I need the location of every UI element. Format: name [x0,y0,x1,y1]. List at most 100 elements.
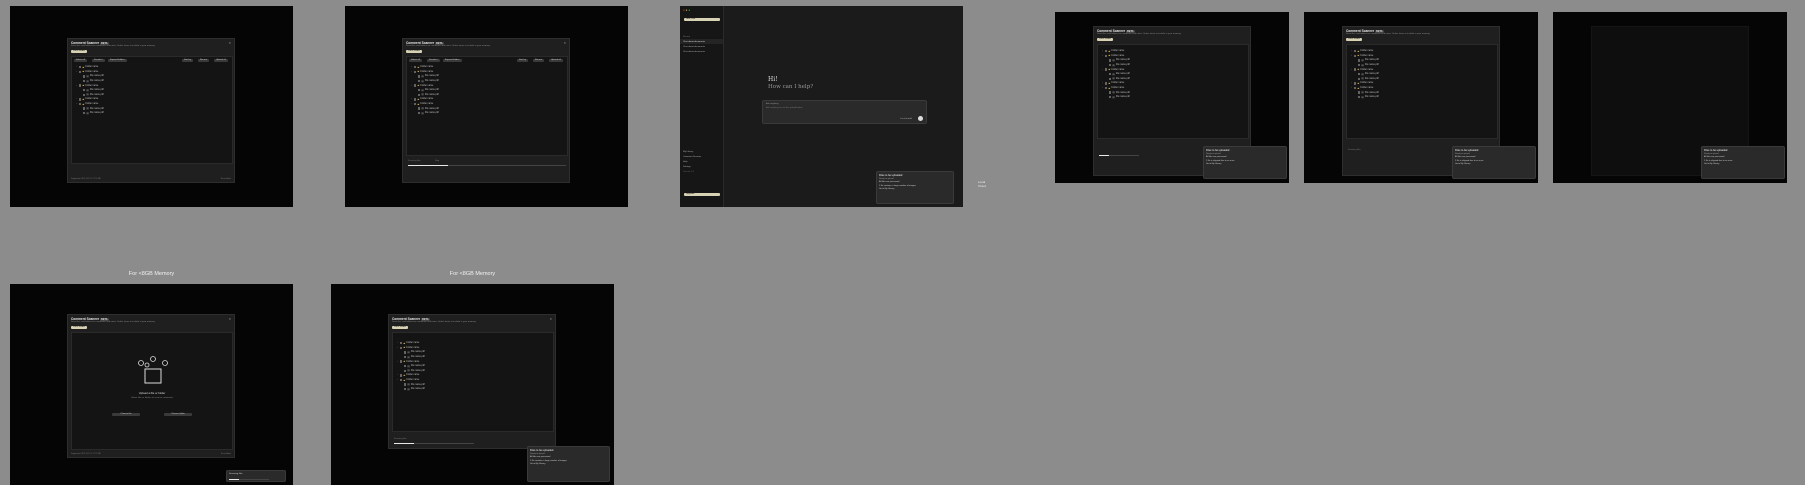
checkbox[interactable] [400,342,403,345]
chevron-right-icon[interactable]: › [76,98,78,100]
chevron-right-icon[interactable]: › [1351,87,1353,89]
checkbox[interactable] [1105,50,1108,53]
checkbox[interactable] [1358,77,1361,81]
checkbox[interactable] [418,93,421,97]
checkbox[interactable] [83,75,86,78]
checkbox[interactable] [414,66,417,69]
tree-row[interactable]: ▤ File name.pdf [397,387,425,392]
checkbox[interactable] [404,351,407,354]
checkbox[interactable] [1109,77,1112,81]
checkbox[interactable] [1109,59,1112,62]
chevron-right-icon[interactable]: › [411,66,413,68]
deselect-button[interactable]: Deselect [427,59,440,63]
checkbox[interactable] [1105,68,1108,71]
checkbox[interactable] [1109,73,1112,76]
checkbox[interactable] [418,79,421,83]
local-folder-button[interactable]: Local Folder [406,50,423,54]
chevron-right-icon[interactable]: › [1351,69,1353,71]
chevron-right-icon[interactable]: › [1351,50,1353,52]
upgrade-button[interactable]: Upgrade [684,193,720,197]
checkbox[interactable] [1105,86,1108,90]
checkbox[interactable] [79,84,82,87]
chevron-right-icon[interactable]: › [76,85,78,87]
recent-chat-item[interactable]: Chat about documents [680,49,723,54]
checkbox[interactable] [1358,91,1361,94]
checkbox[interactable] [1354,50,1357,53]
new-chat-button[interactable]: New chat [684,18,720,22]
chevron-right-icon[interactable]: › [411,103,413,105]
expand-button[interactable]: Expand folders [443,59,462,63]
local-folder-button[interactable]: Local Folder [392,326,409,330]
checkbox[interactable] [79,66,82,69]
expand-button[interactable]: Expand folders [108,59,127,63]
tree-row[interactable]: ▤ File name.pdf [411,111,439,116]
checkbox[interactable] [418,112,421,115]
select-all-button[interactable]: Select all [409,59,422,63]
chat-input[interactable]: Ask anything Ask anything or use the upl… [762,100,927,124]
checkbox[interactable] [418,107,421,110]
chevron-right-icon[interactable]: › [397,374,399,376]
checkbox[interactable] [404,383,407,386]
checkbox[interactable] [1358,59,1361,62]
send-icon[interactable] [918,116,923,121]
chevron-right-icon[interactable]: › [76,66,78,68]
chevron-right-icon[interactable]: › [76,71,78,73]
chevron-right-icon[interactable]: › [1102,82,1104,84]
sort-button[interactable]: Sort by [517,59,528,63]
local-folder-button[interactable]: Local Folder [71,326,88,330]
footer-scan-link[interactable]: Scan folder [221,453,231,455]
checkbox[interactable] [400,374,403,377]
checkbox[interactable] [83,89,86,92]
close-icon[interactable]: ✕ [549,317,552,321]
chevron-right-icon[interactable]: › [397,361,399,363]
checkbox[interactable] [400,346,403,350]
chevron-right-icon[interactable]: › [1351,82,1353,84]
local-folder-button[interactable]: Local Folder [1346,38,1363,42]
checkbox[interactable] [418,89,421,92]
recent-button[interactable]: Recent [533,59,544,63]
model-selector[interactable]: Local model [900,118,912,120]
select-all-button[interactable]: Select all [74,59,87,63]
checkbox[interactable] [400,360,403,363]
checkbox[interactable] [1109,91,1112,94]
toast-link[interactable]: Go to My Library [1455,163,1533,165]
choose-folder-button[interactable]: Choose folder [164,413,192,417]
close-icon[interactable]: ✕ [228,317,231,321]
chevron-right-icon[interactable]: › [411,71,413,73]
chevron-right-icon[interactable]: › [411,98,413,100]
checkbox[interactable] [1358,73,1361,76]
tree-row[interactable]: ▤ File name.pdf [76,111,104,116]
toast-link[interactable]: Go to My Library [1704,163,1782,165]
checkbox[interactable] [83,112,86,115]
chevron-right-icon[interactable]: › [1351,55,1353,57]
chevron-right-icon[interactable]: › [397,342,399,344]
checkbox[interactable] [1109,96,1112,99]
checkbox[interactable] [404,365,407,368]
checkbox[interactable] [414,70,417,74]
checkbox[interactable] [79,98,82,101]
local-folder-button[interactable]: Local Folder [71,50,88,54]
chevron-right-icon[interactable]: › [76,103,78,105]
recent-button[interactable]: Recent [198,59,209,63]
tree-row[interactable]: ▤ File name.pdf [1351,95,1379,100]
toast-link[interactable]: Go to My Library [530,463,607,465]
checkbox[interactable] [404,388,407,391]
checkbox[interactable] [414,84,417,87]
checkbox[interactable] [404,355,407,359]
checkbox[interactable] [79,70,82,74]
checkbox[interactable] [1358,63,1361,67]
checkbox[interactable] [404,369,407,373]
checkbox[interactable] [1354,82,1357,85]
checkbox[interactable] [1354,86,1357,90]
chevron-right-icon[interactable]: › [1102,55,1104,57]
chevron-right-icon[interactable]: › [1102,69,1104,71]
checkbox[interactable] [1354,54,1357,58]
upload-all-button[interactable]: Upload all [549,59,563,63]
sort-button[interactable]: Sort by [182,59,193,63]
checkbox[interactable] [83,79,86,83]
chevron-right-icon[interactable]: › [397,347,399,349]
chevron-right-icon[interactable]: › [411,85,413,87]
choose-file-button[interactable]: Choose file [112,413,140,417]
toast-link[interactable]: Go to My Library [1206,163,1284,165]
close-icon[interactable]: ✕ [563,41,566,45]
